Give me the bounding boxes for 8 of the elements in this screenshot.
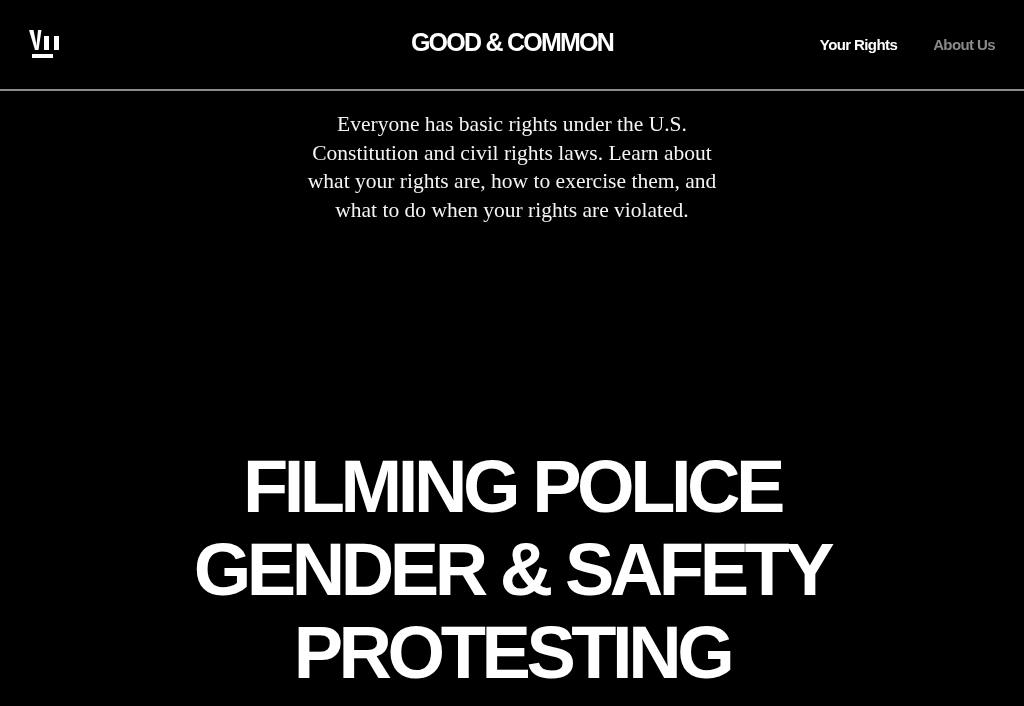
topic-link[interactable]: FILMING POLICE — [242, 445, 781, 528]
site-title[interactable]: GOOD & COMMON — [410, 29, 614, 55]
nav-link[interactable]: Your Rights — [819, 34, 898, 57]
topic-link[interactable]: GENDER & SAFETY — [193, 528, 831, 611]
topic-link[interactable]: PROTESTING — [293, 611, 731, 694]
nav-link[interactable]: About Us — [933, 34, 995, 57]
logo-icon[interactable] — [29, 29, 62, 59]
intro-paragraph: Everyone has basic rights under the U.S. Constitution and civil rights laws. Learn about what your rights are, how to exercise them, and what to do when your rights are violated. — [306, 111, 718, 224]
